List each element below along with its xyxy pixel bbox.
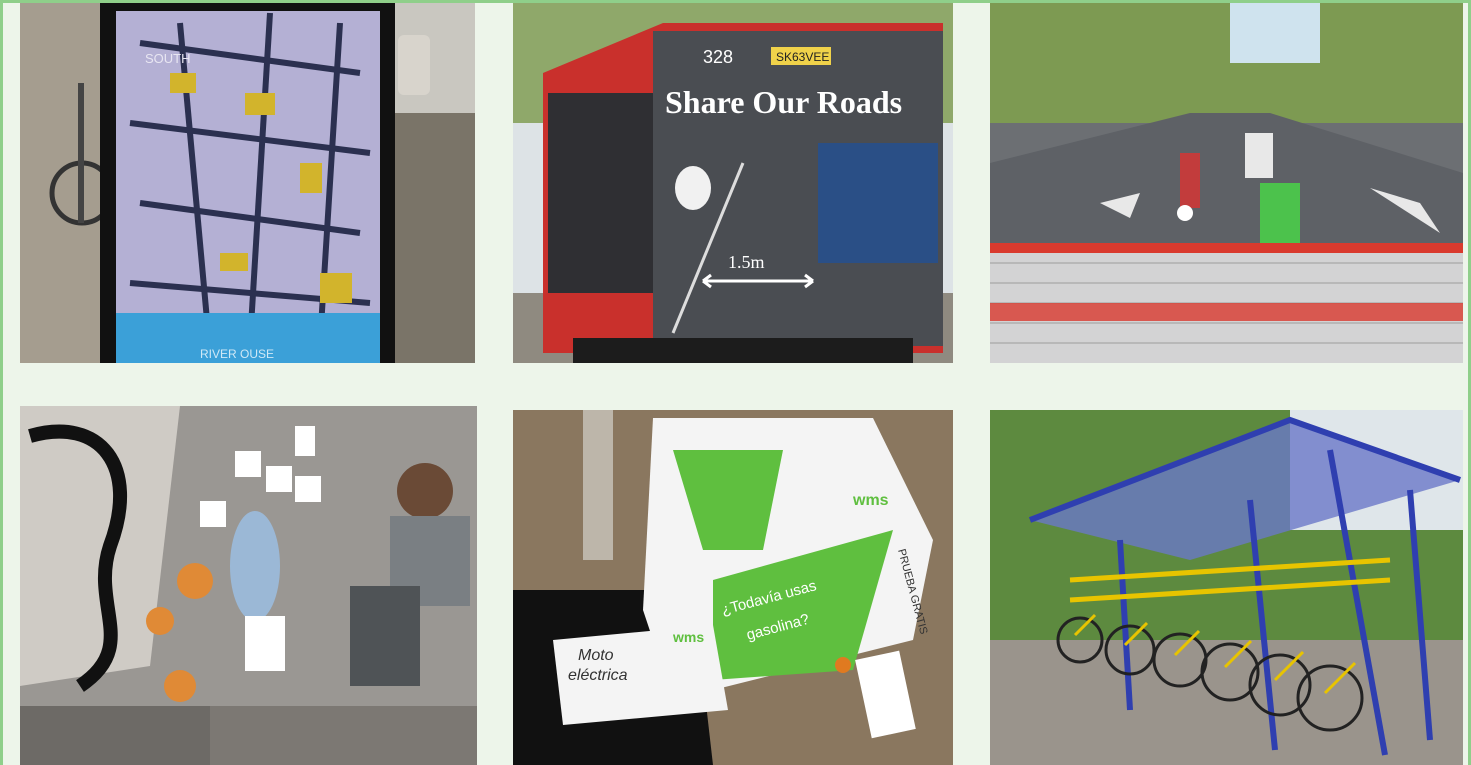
photo-street-play xyxy=(990,3,1463,363)
photo-map-sign: SOUTH RIVER OUSE xyxy=(20,3,475,363)
bus-route-number: 328 xyxy=(703,47,733,67)
scooter-brand-side: wms xyxy=(672,629,704,645)
photo-electric-scooter: ¿Todavía usas gasolina? wms PRUEBA GRATI… xyxy=(513,410,953,765)
map-label-top: SOUTH xyxy=(145,51,191,66)
bus-plate: SK63VEE xyxy=(776,50,829,64)
scooter-side-text-1: Moto xyxy=(578,647,614,664)
photo-bike-shelter xyxy=(990,410,1463,765)
photo-bus-share-roads: 328 SK63VEE Share Our Roads 1.5m xyxy=(513,3,953,363)
map-label-river: RIVER OUSE xyxy=(200,347,274,361)
bus-distance: 1.5m xyxy=(728,252,765,272)
scooter-side-text-2: eléctrica xyxy=(568,667,628,684)
bus-headline: Share Our Roads xyxy=(665,84,902,120)
scooter-brand-top: wms xyxy=(852,492,889,509)
photo-wall-stickers xyxy=(20,406,477,765)
